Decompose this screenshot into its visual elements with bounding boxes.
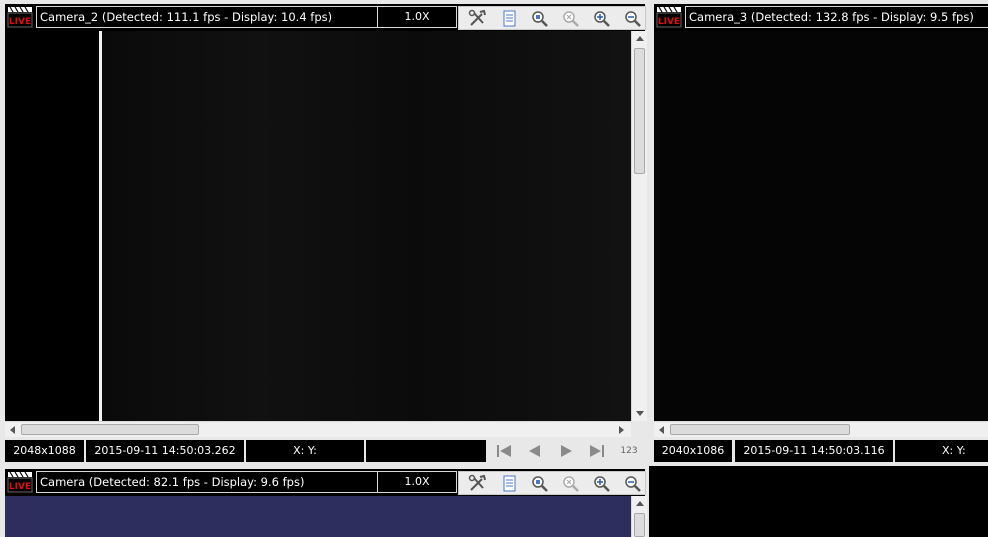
camera-1-title: Camera (Detected: 82.1 fps - Display: 9.… xyxy=(36,471,378,493)
camera-2-vertical-scrollbar[interactable] xyxy=(631,31,647,421)
zoom-reset-icon[interactable] xyxy=(560,474,582,493)
frame-counter-button[interactable]: 123 xyxy=(616,444,642,458)
camera-2-image xyxy=(99,31,631,421)
camera-2-resolution: 2048x1088 xyxy=(5,440,84,462)
camera-3-horizontal-thumb[interactable] xyxy=(670,424,850,435)
camera-3-coordinates: X: Y: xyxy=(895,440,988,462)
scroll-left-icon[interactable] xyxy=(10,426,15,434)
camera-3-timestamp: 2015-09-11 14:50:03.116 xyxy=(735,440,893,462)
svg-text:LIVE: LIVE xyxy=(9,17,31,27)
camera-2-statusbar: 2048x1088 2015-09-11 14:50:03.262 X: Y: … xyxy=(5,438,645,464)
camera-2-coordinates: X: Y: xyxy=(246,440,364,462)
zoom-out-icon[interactable] xyxy=(622,9,644,28)
camera-1-vertical-thumb[interactable] xyxy=(634,513,645,537)
scroll-right-icon[interactable] xyxy=(619,426,624,434)
play-icon[interactable] xyxy=(555,443,577,459)
zoom-fit-icon[interactable] xyxy=(529,474,551,493)
camera-3-titlebar: LIVE Camera_3 (Detected: 132.8 fps - Dis… xyxy=(654,4,988,31)
svg-text:LIVE: LIVE xyxy=(9,482,31,492)
live-icon: LIVE xyxy=(656,6,682,28)
camera-2-horizontal-scrollbar[interactable] xyxy=(5,421,631,437)
camera-2-edge-line xyxy=(99,31,102,421)
camera-2-titlebar: LIVE Camera_2 (Detected: 111.1 fps - Dis… xyxy=(5,4,646,31)
camera-3-resolution: 2040x1086 xyxy=(654,440,732,462)
camera-1-toolbar xyxy=(458,471,646,495)
camera-2-timestamp: 2015-09-11 14:50:03.262 xyxy=(86,440,244,462)
skip-to-end-icon[interactable] xyxy=(586,443,608,459)
camera-3-statusbar: 2040x1086 2015-09-11 14:50:03.116 X: Y: xyxy=(654,438,988,464)
zoom-in-icon[interactable] xyxy=(591,474,613,493)
zoom-out-icon[interactable] xyxy=(622,474,644,493)
camera-2-zoom-level: 1.0X xyxy=(377,6,457,28)
camera-1-titlebar: LIVE Camera (Detected: 82.1 fps - Displa… xyxy=(5,469,646,496)
camera-1-vertical-scrollbar[interactable] xyxy=(631,496,647,537)
scroll-up-icon[interactable] xyxy=(636,36,644,41)
live-icon: LIVE xyxy=(7,6,33,28)
document-icon[interactable] xyxy=(498,474,520,493)
scroll-up-icon[interactable] xyxy=(636,501,644,506)
scroll-left-icon[interactable] xyxy=(659,426,664,434)
step-back-icon[interactable] xyxy=(524,443,546,459)
tools-icon[interactable] xyxy=(467,9,489,28)
skip-to-start-icon[interactable] xyxy=(493,443,515,459)
scroll-down-icon[interactable] xyxy=(636,411,644,416)
camera-1-zoom-level: 1.0X xyxy=(377,471,457,493)
zoom-reset-icon[interactable] xyxy=(560,9,582,28)
camera-3-video-view[interactable] xyxy=(654,31,988,421)
camera-1-panel: LIVE Camera (Detected: 82.1 fps - Displa… xyxy=(0,466,649,537)
camera-3-title: Camera_3 (Detected: 132.8 fps - Display:… xyxy=(685,6,988,28)
tools-icon[interactable] xyxy=(467,474,489,493)
live-icon: LIVE xyxy=(7,471,33,493)
zoom-fit-icon[interactable] xyxy=(529,9,551,28)
camera-2-horizontal-thumb[interactable] xyxy=(21,424,199,435)
document-icon[interactable] xyxy=(498,9,520,28)
camera-1-video-view[interactable] xyxy=(5,496,631,537)
camera-2-title: Camera_2 (Detected: 111.1 fps - Display:… xyxy=(36,6,378,28)
camera-2-vertical-thumb[interactable] xyxy=(634,48,645,174)
camera-3-horizontal-scrollbar[interactable] xyxy=(654,421,988,437)
svg-text:LIVE: LIVE xyxy=(658,17,680,27)
camera-2-video-view[interactable] xyxy=(5,31,631,421)
camera-2-status-field xyxy=(366,440,486,462)
camera-2-panel: LIVE Camera_2 (Detected: 111.1 fps - Dis… xyxy=(0,0,649,466)
camera-2-toolbar xyxy=(458,6,646,30)
camera-3-panel: LIVE Camera_3 (Detected: 132.8 fps - Dis… xyxy=(649,0,988,466)
zoom-in-icon[interactable] xyxy=(591,9,613,28)
empty-pane-area xyxy=(649,466,988,537)
